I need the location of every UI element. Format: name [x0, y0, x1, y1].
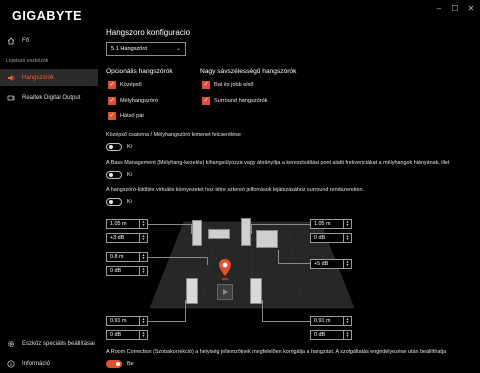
sidebar-item-advanced-settings[interactable]: Eszköz speciális beállításai: [0, 335, 98, 352]
virtual-surround-description: A hangszóró-kitöltés virtuális környezet…: [106, 187, 364, 193]
gigabyte-logo: GIGABYTE: [12, 9, 83, 23]
sidebar-item-digital-output[interactable]: Realtek Digital Output: [0, 89, 98, 106]
front-left-speaker[interactable]: [192, 220, 202, 246]
front-right-connector: [251, 224, 310, 234]
center-connector: [148, 257, 208, 265]
subwoofer-connector: [278, 250, 310, 264]
sidebar: Fő Lejátszó eszközök Hangszórók Realtek …: [0, 30, 98, 373]
rear-left-connector: [148, 300, 186, 322]
sidebar-item-home[interactable]: Fő: [0, 32, 98, 49]
checkbox-center[interactable]: ✓: [108, 81, 116, 89]
spinner-arrows-icon[interactable]: ▲ ▼: [139, 331, 147, 339]
info-icon: [0, 359, 22, 368]
digital-output-icon: [0, 94, 22, 102]
main-panel: Hangszoro konfiguracio 5.1 Hangszóró ⌄ O…: [98, 0, 480, 373]
spinner-arrows-icon[interactable]: ▲ ▼: [139, 253, 147, 261]
checkbox-front-left-right[interactable]: ✓: [202, 81, 210, 89]
front-right-distance[interactable]: 1.05 m ▲ ▼: [310, 219, 352, 229]
playback-devices-heading: Lejátszó eszközök: [6, 58, 49, 64]
room-correction-toggle[interactable]: [106, 360, 122, 368]
optional-speakers-heading: Opcionális hangszórók: [106, 68, 173, 75]
location-pin-icon: [219, 259, 231, 281]
spinner-arrows-icon[interactable]: ▲ ▼: [343, 220, 351, 228]
fullrange-speakers-heading: Nagy sávszélességű hangszórók: [200, 68, 297, 75]
rear-left-speaker[interactable]: [186, 278, 198, 304]
checkbox-rear-pair[interactable]: ✓: [108, 112, 116, 120]
spinner-arrows-icon[interactable]: ▲ ▼: [343, 317, 351, 325]
center-speaker[interactable]: [208, 229, 230, 239]
sidebar-item-label: Eszköz speciális beállításai: [22, 340, 95, 347]
front-left-gain[interactable]: +3 dB ▲ ▼: [106, 233, 148, 243]
front-right-gain[interactable]: 0 dB ▲ ▼: [310, 233, 352, 243]
bass-management-toggle[interactable]: [106, 171, 122, 179]
spinner-arrows-icon[interactable]: ▲ ▼: [139, 220, 147, 228]
center-gain[interactable]: 0 dB ▲ ▼: [106, 266, 148, 276]
gear-icon: [0, 340, 22, 348]
swap-toggle-state: Ki: [127, 144, 132, 150]
spinner-arrows-icon[interactable]: ▲ ▼: [343, 260, 351, 268]
virtual-surround-toggle-state: Ki: [127, 199, 132, 205]
home-icon: [0, 37, 22, 45]
subwoofer-gain[interactable]: +5 dB ▲ ▼: [310, 259, 352, 269]
play-icon: [223, 289, 228, 295]
chevron-down-icon: ⌄: [175, 46, 181, 52]
checkbox-label: Surround hangszórók: [214, 98, 268, 104]
spinner-arrows-icon[interactable]: ▲ ▼: [139, 234, 147, 242]
front-left-connector: [148, 224, 192, 234]
config-title: Hangszoro konfiguracio: [106, 28, 191, 37]
spinner-arrows-icon[interactable]: ▲ ▼: [343, 234, 351, 242]
bass-management-toggle-state: Ki: [127, 172, 132, 178]
checkbox-label: Középső: [120, 82, 142, 88]
listener-position-pin[interactable]: [218, 258, 232, 284]
speaker-icon: [0, 74, 22, 82]
sidebar-item-speakers[interactable]: Hangszórók: [0, 69, 98, 86]
spinner-arrows-icon[interactable]: ▲ ▼: [139, 317, 147, 325]
spinner-arrows-icon[interactable]: ▲ ▼: [343, 331, 351, 339]
rear-right-speaker[interactable]: [250, 278, 262, 304]
test-play-button[interactable]: [217, 284, 233, 300]
rear-left-gain[interactable]: 0 dB ▲ ▼: [106, 330, 148, 340]
front-right-speaker[interactable]: [241, 218, 251, 246]
checkbox-label: Bal és jobb első: [214, 82, 254, 88]
spinner-arrows-icon[interactable]: ▲ ▼: [139, 267, 147, 275]
sidebar-item-label: Hangszórók: [22, 74, 55, 81]
speaker-config-select[interactable]: 5.1 Hangszóró ⌄: [106, 42, 186, 56]
speaker-config-value: 5.1 Hangszóró: [111, 46, 148, 52]
virtual-surround-toggle[interactable]: [106, 198, 122, 206]
room-correction-description: A Room Correction (Szobakorrekció) a hel…: [106, 349, 447, 355]
sidebar-item-info[interactable]: Információ: [0, 355, 98, 372]
center-distance[interactable]: 0.8 m ▲ ▼: [106, 252, 148, 262]
front-left-distance[interactable]: 1.05 m ▲ ▼: [106, 219, 148, 229]
sidebar-item-label: Információ: [22, 360, 51, 367]
rear-left-distance[interactable]: 0.91 m ▲ ▼: [106, 316, 148, 326]
checkbox-subwoofer[interactable]: ✓: [108, 97, 116, 105]
checkbox-label: Hátsó pár: [120, 113, 145, 119]
sidebar-item-label: Realtek Digital Output: [22, 94, 81, 101]
checkbox-surround[interactable]: ✓: [202, 97, 210, 105]
rear-right-connector: [262, 300, 310, 322]
sidebar-item-label: Fő: [22, 37, 30, 44]
room-correction-toggle-state: Be: [127, 361, 134, 367]
rear-right-distance[interactable]: 0.91 m ▲ ▼: [310, 316, 352, 326]
checkbox-label: Mélyhangszóró: [120, 98, 158, 104]
swap-toggle[interactable]: [106, 143, 122, 151]
swap-description: Középső csatorna / Mélyhangszóró kimenet…: [106, 132, 241, 138]
rear-right-gain[interactable]: 0 dB ▲ ▼: [310, 330, 352, 340]
bass-management-description: A Bass Management (Mélyhang-kezelés) kih…: [106, 160, 450, 166]
